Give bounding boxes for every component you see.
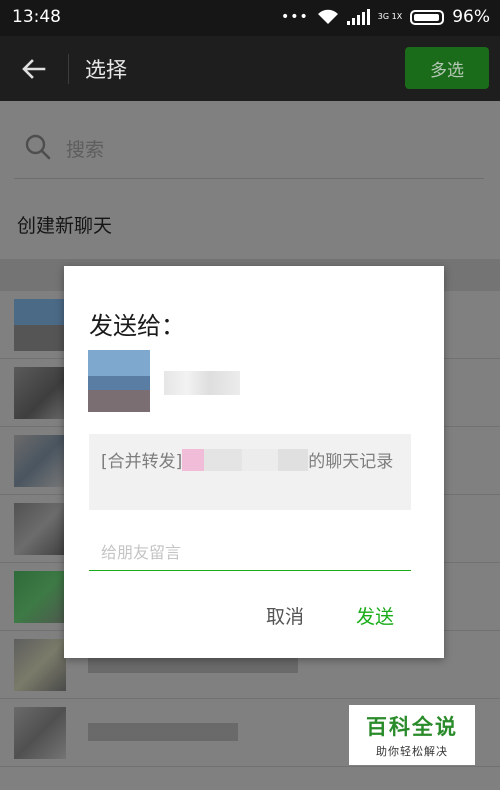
- avatar: [14, 435, 66, 487]
- network-type: 3G 1X: [377, 12, 403, 21]
- search-placeholder: 搜索: [66, 139, 105, 161]
- message-preview: [合并转发] 的聊天记录: [89, 434, 411, 510]
- battery-icon: [410, 9, 445, 25]
- avatar: [14, 367, 66, 419]
- search-icon: [25, 134, 51, 160]
- search-bar[interactable]: 搜索: [14, 127, 484, 179]
- watermark-title: 百科全说: [366, 715, 458, 739]
- back-arrow-icon[interactable]: [18, 53, 50, 85]
- signal-icon: [346, 9, 370, 25]
- watermark-logo: 百科全说 助你轻松解决: [349, 705, 475, 765]
- title-bar: 选择 多选: [0, 36, 500, 101]
- avatar: [14, 299, 66, 351]
- send-button[interactable]: 发送: [356, 602, 394, 629]
- battery-level: 96%: [452, 7, 490, 27]
- recipient-avatar: [88, 350, 150, 412]
- status-indicators: ••• 3G 1X 96%: [281, 7, 490, 27]
- message-suffix: 的聊天记录: [308, 452, 394, 472]
- blurred-contact-name: [182, 449, 309, 471]
- send-to-dialog: 发送给： [合并转发] 的聊天记录 给朋友留言 取消 发送: [64, 266, 444, 658]
- watermark-subtitle: 助你轻松解决: [376, 745, 448, 758]
- page-title: 选择: [85, 58, 127, 82]
- status-bar: 13:48 ••• 3G 1X 96%: [0, 0, 500, 36]
- title-divider: [68, 54, 69, 84]
- avatar: [14, 707, 66, 759]
- avatar: [14, 503, 66, 555]
- recipient-avatar-image: [88, 350, 150, 412]
- notification-dots: •••: [281, 9, 309, 25]
- dialog-title: 发送给：: [89, 312, 185, 340]
- wifi-icon: [317, 9, 338, 24]
- message-prefix: [合并转发]: [101, 452, 183, 472]
- avatar: [14, 639, 66, 691]
- cancel-button[interactable]: 取消: [266, 602, 304, 629]
- multi-select-button[interactable]: 多选: [405, 47, 489, 89]
- recipient-name: [164, 371, 240, 395]
- status-time: 13:48: [12, 7, 61, 27]
- leave-message-input[interactable]: 给朋友留言: [89, 531, 411, 571]
- create-new-chat[interactable]: 创建新聊天: [17, 211, 112, 238]
- avatar: [14, 571, 66, 623]
- contact-name: [88, 723, 238, 741]
